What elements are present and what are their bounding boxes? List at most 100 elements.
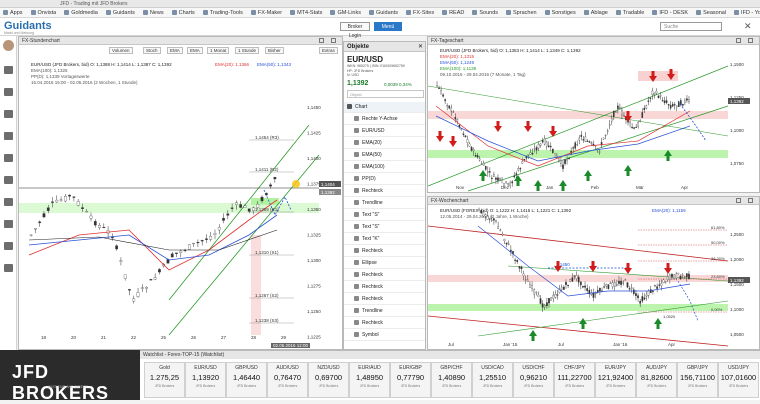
toolbar-button[interactable]: 1 Stunde <box>235 47 260 54</box>
object-list-item[interactable]: Rechteck <box>344 294 425 305</box>
document-icon[interactable] <box>4 198 13 206</box>
toolbar-button[interactable]: Extras <box>319 47 338 54</box>
search-input[interactable]: Suche <box>660 22 722 31</box>
bookmark-item[interactable]: READ <box>439 8 469 16</box>
object-list-item[interactable]: Symbol <box>344 330 425 341</box>
object-list-item[interactable]: Text "S" <box>344 222 425 233</box>
close-icon[interactable]: ✕ <box>418 43 423 50</box>
close-icon[interactable]: ✕ <box>744 21 752 32</box>
toolbar-button[interactable]: Bisher <box>265 47 284 54</box>
bookmark-item[interactable]: News <box>140 8 169 16</box>
folder-icon[interactable] <box>4 242 13 250</box>
maximize-icon[interactable] <box>736 198 741 203</box>
watchlist-icon[interactable] <box>4 110 13 118</box>
object-list-item[interactable]: Text "S" <box>344 210 425 221</box>
bookmark-item[interactable]: Sonstiges <box>542 8 581 16</box>
toolbar-button[interactable]: EMA <box>187 47 203 54</box>
news-icon[interactable] <box>4 88 13 96</box>
candle-body <box>442 94 444 97</box>
bookmark-item[interactable]: Goldmedia <box>61 8 103 16</box>
layers-icon[interactable] <box>4 176 13 184</box>
weekly-chart-canvas[interactable]: 61,80%50,00%38,20%23,60%0,00%1,14501,052… <box>428 206 759 349</box>
briefcase-icon[interactable] <box>4 132 13 140</box>
object-list-item[interactable]: Rechteck <box>344 186 425 197</box>
watchlist-tile[interactable]: GBP/JPY 156,71100 JFD Brokers <box>677 362 718 398</box>
object-list-item[interactable]: EMA(20) <box>344 138 425 149</box>
bookmark-item[interactable]: IFD - DESK <box>649 8 693 16</box>
bookmark-item[interactable]: Guidants <box>366 8 403 16</box>
watchlist-tile[interactable]: GBP/CHF 1,40890 JFD Brokers <box>431 362 472 398</box>
bookmark-item[interactable]: IFD - YouTube <box>731 8 760 16</box>
object-filter-input[interactable]: Objekt <box>347 90 424 98</box>
watchlist-tile[interactable]: EUR/USD 1,13920 JFD Brokers <box>185 362 226 398</box>
daily-chart-canvas[interactable]: 1,15001,12501,10001,0750Nov Dez Jan Feb Mär A… <box>428 46 759 192</box>
bookmark-item[interactable]: Guidants <box>103 8 140 16</box>
candle-body <box>149 279 153 281</box>
hourly-chart-canvas[interactable]: 1,1454 (R3) 1,1411 (R2) 1,1369 (R1) 1,1310 … <box>19 85 342 343</box>
watchlist-tile[interactable]: EUR/GBP 0,77790 JFD Brokers <box>390 362 431 398</box>
green-up-arrow <box>584 170 592 181</box>
menu-button[interactable]: Menü <box>374 22 402 31</box>
bookmark-item[interactable]: Sprachen <box>503 8 542 16</box>
user-avatar[interactable] <box>3 40 14 51</box>
bookmark-item[interactable]: MT4-Stats <box>287 8 327 16</box>
object-list-item[interactable]: EMA(50) <box>344 150 425 161</box>
object-list-item[interactable]: Rechteck <box>344 246 425 257</box>
candle-body <box>679 275 682 280</box>
close-icon[interactable] <box>331 38 336 43</box>
watchlist-tile[interactable]: AUD/JPY 81,82600 JFD Brokers <box>636 362 677 398</box>
close-icon[interactable] <box>748 198 753 203</box>
bookmark-item[interactable]: GM-Links <box>327 8 366 16</box>
watchlist-tile[interactable]: EUR/JPY 121,92400 JFD Brokers <box>595 362 636 398</box>
object-list-item[interactable]: Chart <box>344 102 425 113</box>
x-axis-tick: Jul <box>558 342 564 347</box>
bookmark-item[interactable]: Ablage <box>581 8 613 16</box>
toolbar-button[interactable]: 1 Monat <box>207 47 230 54</box>
bookmark-item[interactable]: FX-Maker <box>248 8 287 16</box>
toolbar-button[interactable]: EMA <box>167 47 183 54</box>
toolbar-button[interactable]: Stoch <box>143 47 161 54</box>
object-list-item[interactable]: EMA(100) <box>344 162 425 173</box>
help-icon[interactable] <box>4 264 13 272</box>
bookmark-item[interactable]: Apps <box>0 8 28 16</box>
chart-icon[interactable] <box>4 66 13 74</box>
object-list-item[interactable]: Rechteck <box>344 270 425 281</box>
object-list-item[interactable]: Rechteck <box>344 318 425 329</box>
toolbar-button[interactable]: Volumen <box>109 47 133 54</box>
object-list-item[interactable]: Trendline <box>344 198 425 209</box>
red-down-arrow <box>436 131 444 142</box>
object-list-item[interactable]: PP(D) <box>344 174 425 185</box>
bookmark-item[interactable]: Trading-Tools <box>200 8 248 16</box>
object-list-item[interactable]: EUR/USD <box>344 126 425 137</box>
watchlist-tile[interactable]: CHF/JPY 111,22700 JFD Brokers <box>554 362 595 398</box>
bookmark-item[interactable]: Onvista <box>28 8 62 16</box>
watchlist-tile[interactable]: AUD/USD 0,76470 JFD Brokers <box>267 362 308 398</box>
bookmark-item[interactable]: Seasonal <box>693 8 731 16</box>
watchlist-tile[interactable]: GBP/USD 1,46440 JFD Brokers <box>226 362 267 398</box>
watchlist-tile[interactable]: USD/CAD 1,25510 JFD Brokers <box>472 362 513 398</box>
maximize-icon[interactable] <box>736 38 741 43</box>
maximize-icon[interactable] <box>319 38 324 43</box>
watchlist-tile[interactable]: Gold 1.275,25 JFD Brokers <box>144 362 185 398</box>
settings-icon[interactable] <box>4 220 13 228</box>
object-list-item[interactable]: Ellipse <box>344 258 425 269</box>
object-list-item[interactable]: Text "K" <box>344 234 425 245</box>
close-icon[interactable] <box>748 38 753 43</box>
watchlist-tile[interactable]: USD/JPY 107,01600 JFD Brokers <box>718 362 759 398</box>
broker-login-button[interactable]: Broker Login <box>340 22 370 39</box>
bookmark-item[interactable]: Sounds <box>469 8 503 16</box>
object-list-item[interactable]: Rechte Y-Achse <box>344 114 425 125</box>
fibonacci-label: 61,80% <box>711 225 725 230</box>
watchlist-tile[interactable]: USD/CHF 0,96210 JFD Brokers <box>513 362 554 398</box>
bookmark-item[interactable]: Charts <box>169 8 200 16</box>
watchlist-tile[interactable]: EUR/AUD 1,48950 JFD Brokers <box>349 362 390 398</box>
bookmark-item[interactable]: Tradable <box>613 8 650 16</box>
object-list-item[interactable]: Rechteck <box>344 282 425 293</box>
browser-tab-label[interactable]: JFD - Trading mit JFD Brokers <box>60 1 128 7</box>
x-axis-tick: Jan '16 <box>613 342 628 347</box>
candle-body <box>529 152 532 155</box>
bookmark-item[interactable]: FX-Sites <box>403 8 439 16</box>
calendar-icon[interactable] <box>4 154 13 162</box>
watchlist-tile[interactable]: NZD/USD 0,69700 JFD Brokers <box>308 362 349 398</box>
object-list-item[interactable]: Trendline <box>344 306 425 317</box>
